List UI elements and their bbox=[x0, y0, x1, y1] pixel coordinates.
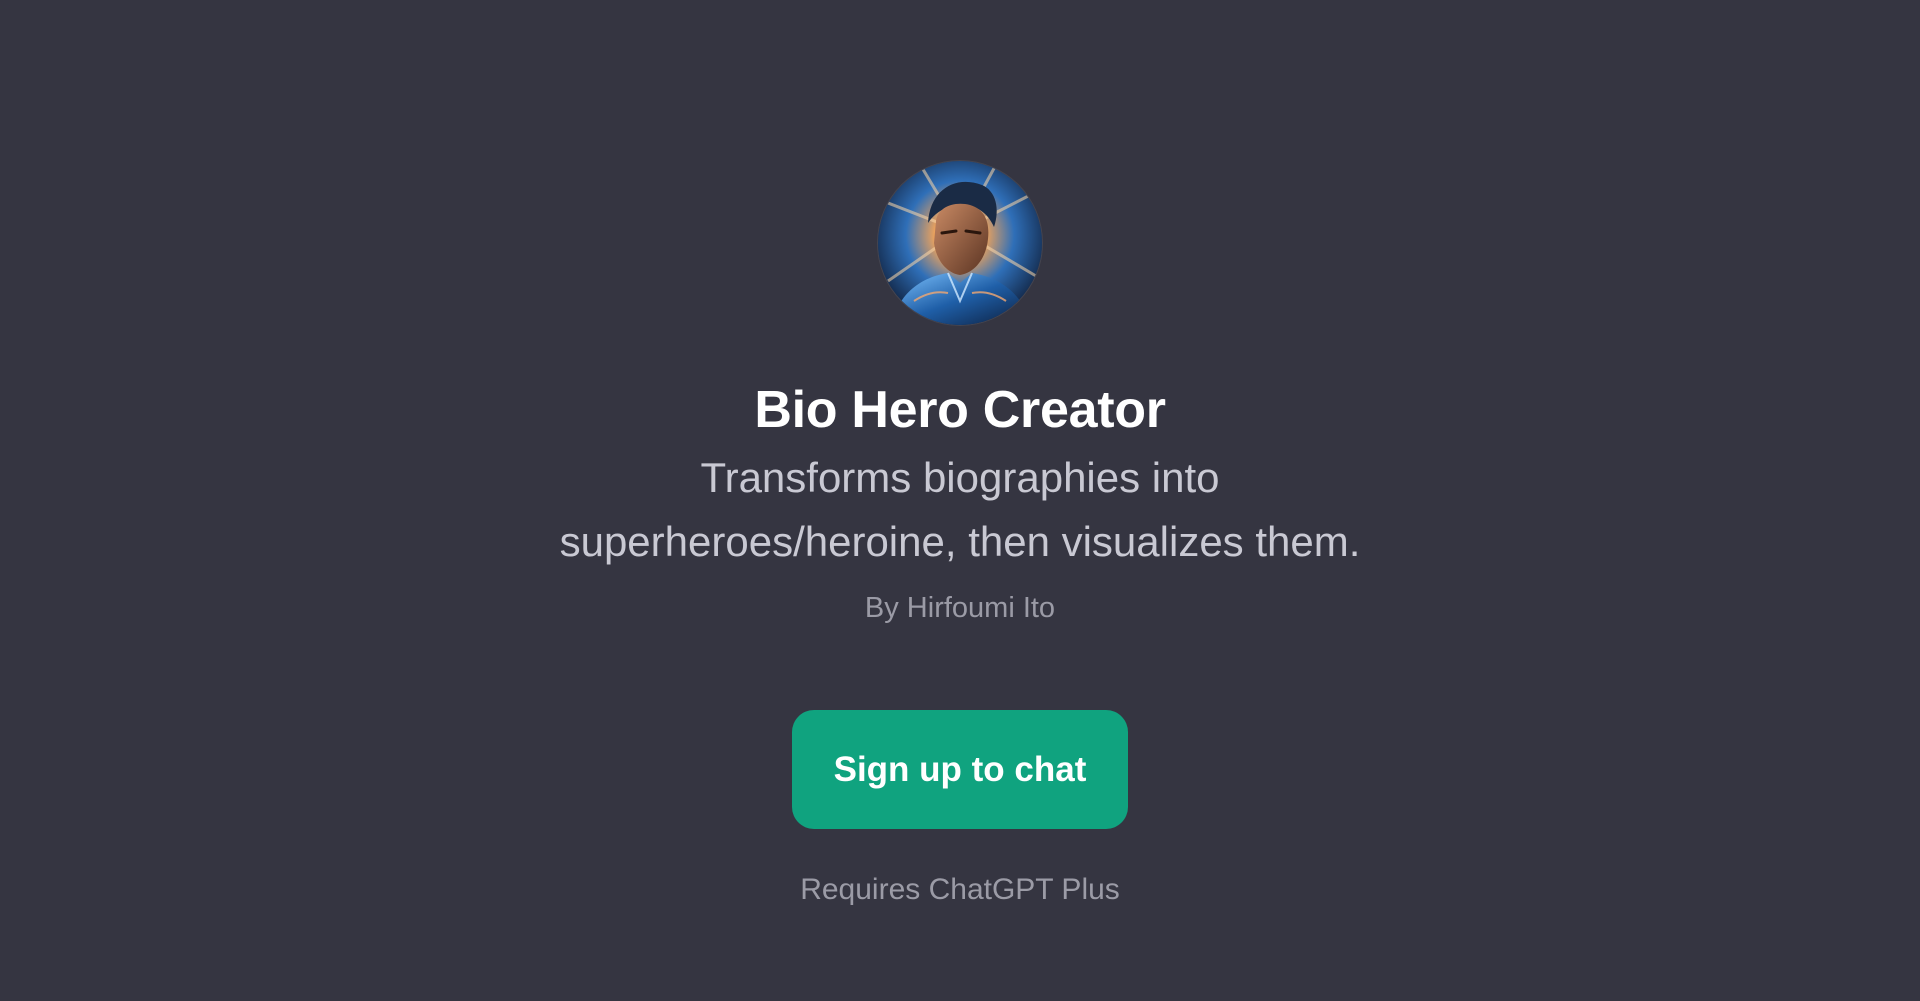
sign-up-to-chat-button[interactable]: Sign up to chat bbox=[792, 710, 1128, 829]
superhero-portrait-icon bbox=[878, 161, 1042, 325]
plus-requirement-note: Requires ChatGPT Plus bbox=[800, 873, 1120, 906]
gpt-landing-page: Bio Hero Creator Transforms biographies … bbox=[0, 0, 1920, 1001]
gpt-description-line: superheroes/heroine, then visualizes the… bbox=[559, 518, 1361, 565]
gpt-description: Transforms biographies into superheroes/… bbox=[460, 446, 1460, 574]
gpt-title: Bio Hero Creator bbox=[754, 381, 1166, 439]
gpt-description-line: Transforms biographies into bbox=[700, 454, 1220, 501]
gpt-avatar bbox=[878, 161, 1042, 325]
gpt-author: By Hirfoumi Ito bbox=[864, 592, 1056, 624]
